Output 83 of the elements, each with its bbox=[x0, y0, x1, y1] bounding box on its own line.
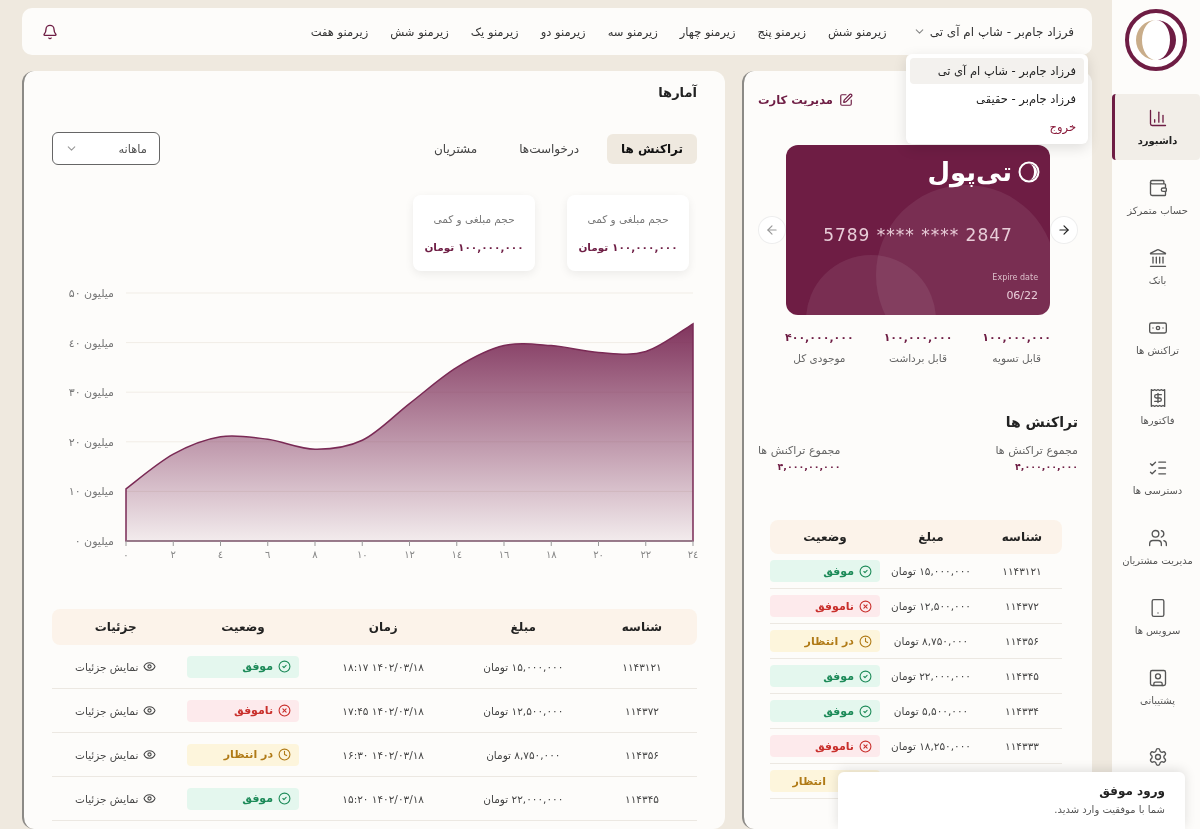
y-axis-label: ۳۰ میلیون bbox=[68, 386, 114, 400]
column-header: شناسه bbox=[620, 620, 664, 634]
status-badge: موفق bbox=[770, 700, 880, 722]
table-cell-text: ۱۲,۵۰۰,۰۰۰ تومان bbox=[482, 704, 565, 717]
table-cell-text: ۱۴۰۲/۰۳/۱۸ ۱۵:۲۰ bbox=[341, 792, 425, 805]
table-cell-text: ۸,۷۵۰,۰۰۰ تومان bbox=[485, 748, 562, 761]
y-axis-label: ۵۰ میلیون bbox=[68, 287, 114, 300]
total-label: مجموع تراکنش ها bbox=[758, 444, 841, 457]
x-axis-label: ۲۲ bbox=[640, 549, 652, 560]
x-axis-label: ۱٦ bbox=[498, 549, 510, 560]
balance-label: موجودی کل bbox=[793, 352, 846, 364]
table-cell-text: ۱۱۴۳۷۲ bbox=[624, 704, 660, 717]
status-badge: موفق bbox=[187, 655, 300, 678]
x-axis-label: ۸ bbox=[312, 549, 318, 560]
panel-title: آمارها bbox=[657, 85, 697, 100]
x-axis-label: ۲٤ bbox=[687, 549, 699, 560]
column-header: مبلغ bbox=[917, 530, 945, 544]
table-cell-text: ۱۱۴۳۳۳ bbox=[1004, 740, 1040, 752]
table-cell-text: ۵,۵۰۰,۰۰۰ تومان bbox=[892, 705, 970, 717]
table-cell-text: ۱۱۴۳۵۶ bbox=[624, 748, 660, 761]
summary-label: حجم مبلغی و کمی bbox=[587, 213, 669, 225]
balance-label: قابل تسویه bbox=[992, 352, 1042, 364]
table-cell-text: ۱۵,۰۰۰,۰۰۰ تومان bbox=[482, 660, 565, 673]
toast-message: شما با موفقیت وارد شدید. bbox=[1053, 804, 1165, 815]
table-cell-text: ۱۱۴۳۱۲۱ bbox=[1001, 565, 1043, 577]
column-header: جزئیات bbox=[93, 620, 138, 634]
status-badge: ناموفق bbox=[770, 735, 880, 757]
summary-value: ۱۰۰,۰۰۰,۰۰۰ تومان bbox=[424, 241, 524, 253]
status-badge: موفق bbox=[770, 560, 880, 582]
summary-label: حجم مبلغی و کمی bbox=[433, 213, 515, 225]
table-cell-text: ۱۸,۲۵۰,۰۰۰ تومان bbox=[890, 740, 972, 752]
status-badge: ناموفق bbox=[187, 699, 300, 722]
x-axis-label: ۱۰ bbox=[356, 549, 368, 560]
status-badge: در انتظار bbox=[770, 630, 880, 652]
total-value: ۴,۰۰۰,۰۰,۰۰۰ bbox=[1014, 461, 1078, 472]
status-badge: در انتظار bbox=[187, 743, 300, 766]
total-value: ۴,۰۰۰,۰۰,۰۰۰ bbox=[776, 461, 841, 472]
x-axis-label: ۱۲ bbox=[404, 549, 415, 560]
y-axis-label: ٤۰ میلیون bbox=[68, 336, 114, 350]
y-axis-label: ۰ میلیون bbox=[74, 535, 114, 548]
x-axis-label: ٦ bbox=[265, 549, 271, 560]
table-cell-text: ۱۱۴۳۳۴ bbox=[1004, 705, 1040, 717]
table-cell-text: ۱۴۰۲/۰۳/۱۸ ۱۶:۳۰ bbox=[341, 748, 425, 761]
column-header: مبلغ bbox=[509, 620, 538, 634]
x-axis-label: ۲۰ bbox=[593, 549, 604, 560]
x-axis-label: ٤ bbox=[217, 549, 224, 560]
summary-value: ۱۰۰,۰۰۰,۰۰۰ تومان bbox=[578, 241, 678, 253]
table-cell-text: ۱۱۴۳۱۲۱ bbox=[621, 660, 663, 673]
table-cell-text: ۲۲,۰۰۰,۰۰۰ تومان bbox=[482, 792, 565, 805]
total-label: مجموع تراکنش ها bbox=[995, 444, 1078, 457]
balance-value: ۱۰۰,۰۰۰,۰۰۰ bbox=[883, 331, 953, 344]
x-axis-label: ۱٤ bbox=[451, 549, 463, 560]
x-axis-label: ۰ bbox=[123, 549, 129, 560]
card-brand: تی‌پول bbox=[927, 157, 1013, 187]
column-header: زمان bbox=[367, 620, 399, 634]
column-header: شناسه bbox=[1000, 530, 1044, 544]
y-axis-label: ۱۰ میلیون bbox=[68, 485, 114, 499]
card-number: 5789 **** **** 2847 bbox=[822, 225, 1014, 245]
balance-value: ۴۰۰,۰۰۰,۰۰۰ bbox=[784, 331, 854, 344]
table-cell-text: ۱۱۴۳۵۶ bbox=[1004, 635, 1040, 647]
table-cell-text: ۱۴۰۲/۰۳/۱۸ ۱۸:۱۷ bbox=[341, 660, 425, 673]
status-badge: ناموفق bbox=[770, 595, 880, 617]
table-cell-text: ۱۲,۵۰۰,۰۰۰ تومان bbox=[890, 600, 972, 612]
table-cell-text: ۱۴۰۲/۰۳/۱۸ ۱۷:۴۵ bbox=[341, 704, 425, 717]
y-axis-label: ۲۰ میلیون bbox=[68, 435, 114, 449]
table-cell-text: ۱۱۴۳۴۵ bbox=[624, 792, 660, 805]
card-expiry: 06/22 bbox=[1006, 289, 1039, 302]
table-cell-text: ۱۱۴۳۴۵ bbox=[1004, 670, 1040, 682]
expire-label: Expire date bbox=[992, 273, 1039, 282]
balance-value: ۱۰۰,۰۰۰,۰۰۰ bbox=[982, 331, 1052, 344]
status-badge: موفق bbox=[770, 665, 880, 687]
balance-label: قابل برداشت bbox=[889, 352, 947, 364]
column-header: وضعیت bbox=[802, 530, 848, 544]
table-cell-text: ۲۲,۰۰۰,۰۰۰ تومان bbox=[890, 670, 972, 682]
table-cell-text: ۱۵,۰۰۰,۰۰۰ تومان bbox=[890, 565, 972, 577]
x-axis-label: ۱۸ bbox=[545, 549, 557, 560]
status-badge: موفق bbox=[187, 787, 300, 810]
table-cell-text: ۸,۷۵۰,۰۰۰ تومان bbox=[892, 635, 970, 647]
column-header: وضعیت bbox=[220, 620, 266, 634]
toast-title: ورود موفق bbox=[1098, 784, 1165, 798]
x-axis-label: ۲ bbox=[170, 549, 176, 560]
section-title: تراکنش ها bbox=[1004, 414, 1078, 430]
table-cell-text: ۱۱۴۳۷۲ bbox=[1004, 600, 1040, 612]
